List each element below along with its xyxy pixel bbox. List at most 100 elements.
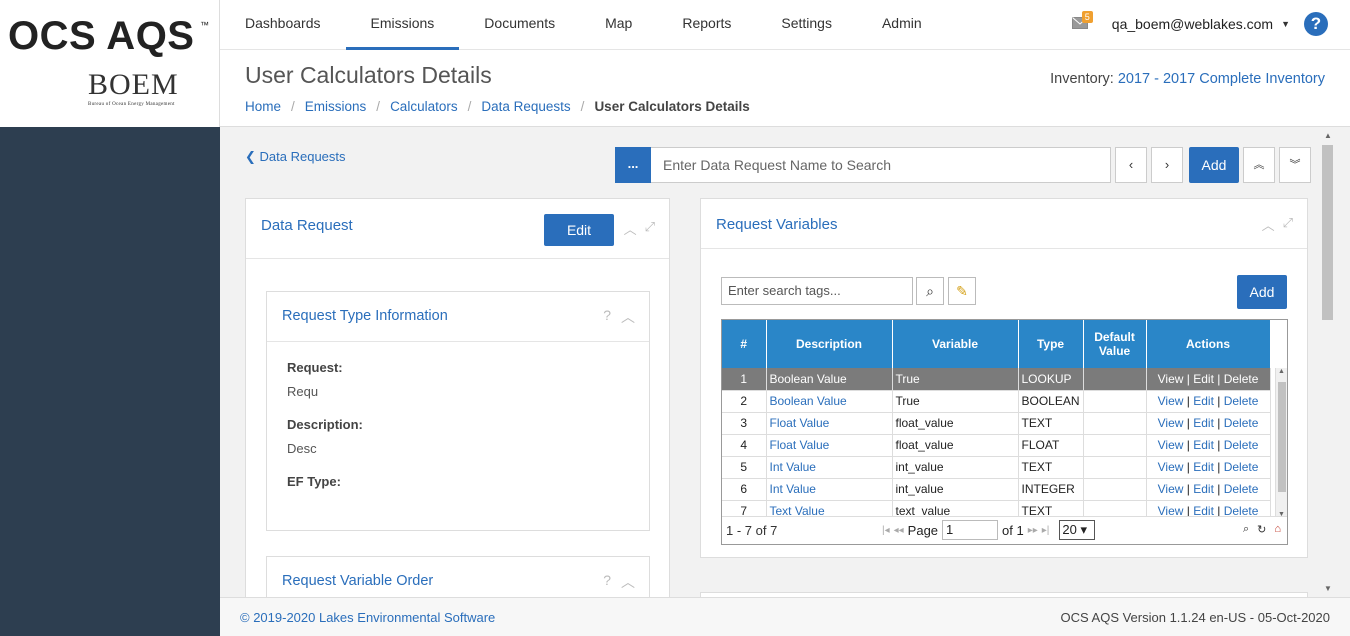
- nav-item-emissions[interactable]: Emissions: [345, 0, 460, 50]
- back-link[interactable]: ❮ Data Requests: [245, 149, 346, 165]
- table-row[interactable]: 1 Boolean Value True LOOKUP View | Edit | De…: [722, 368, 1271, 391]
- column-header[interactable]: Description: [766, 320, 893, 368]
- edit-link[interactable]: Edit: [1193, 460, 1214, 474]
- scrollbar-thumb[interactable]: [1278, 382, 1286, 492]
- breadcrumb-item[interactable]: Calculators: [390, 99, 458, 114]
- add-data-request-button[interactable]: Add: [1189, 147, 1239, 183]
- more-button[interactable]: ...: [615, 147, 651, 183]
- edit-link[interactable]: Edit: [1193, 416, 1214, 430]
- delete-link[interactable]: Delete: [1224, 482, 1259, 496]
- description-link[interactable]: Float Value: [770, 416, 830, 430]
- action-separator: |: [1213, 371, 1224, 386]
- breadcrumb-item[interactable]: Data Requests: [481, 99, 570, 114]
- prev-page-icon[interactable]: ◂◂: [894, 525, 904, 536]
- breadcrumb-item[interactable]: Home: [245, 99, 281, 114]
- page-scrollbar[interactable]: ▲ ▼: [1320, 127, 1336, 597]
- page-number-input[interactable]: 1: [942, 520, 999, 540]
- search-tags-input[interactable]: Enter search tags...: [721, 277, 913, 305]
- grid-scrollbar[interactable]: ▲ ▼: [1275, 368, 1287, 518]
- clear-search-button[interactable]: ✎: [948, 277, 976, 305]
- next-button[interactable]: ›: [1151, 147, 1183, 183]
- collapse-all-button[interactable]: ︾: [1279, 147, 1311, 183]
- edit-link[interactable]: Edit: [1193, 394, 1214, 408]
- mail-icon[interactable]: 5: [1071, 11, 1093, 31]
- nav-item-documents[interactable]: Documents: [459, 0, 580, 50]
- refresh-icon[interactable]: ↻: [1257, 523, 1266, 536]
- description-link[interactable]: Boolean Value: [770, 394, 847, 408]
- column-header[interactable]: Actions: [1146, 320, 1271, 368]
- scrollbar-thumb[interactable]: [1322, 145, 1333, 320]
- description-link[interactable]: Float Value: [770, 438, 830, 452]
- help-icon[interactable]: ?: [603, 307, 611, 327]
- scroll-up-icon[interactable]: ▲: [1278, 368, 1285, 375]
- view-link[interactable]: View: [1158, 482, 1184, 496]
- view-link[interactable]: View: [1158, 416, 1184, 430]
- add-variable-button[interactable]: Add: [1237, 275, 1287, 309]
- nav-item-map[interactable]: Map: [580, 0, 657, 50]
- table-row[interactable]: 3 Float Value float_value TEXT View | Edit |…: [722, 412, 1271, 435]
- page-size-select[interactable]: 20 ▾: [1059, 520, 1096, 540]
- collapse-icon[interactable]: ︿: [621, 572, 635, 592]
- agency-logo: BOEM: [88, 68, 179, 101]
- data-request-search-input[interactable]: Enter Data Request Name to Search: [651, 147, 1111, 183]
- page-title: User Calculators Details: [245, 62, 492, 88]
- view-link[interactable]: View: [1158, 460, 1184, 474]
- delete-link[interactable]: Delete: [1224, 416, 1259, 430]
- delete-link[interactable]: Delete: [1224, 460, 1259, 474]
- search-icon[interactable]: ⌕: [1243, 523, 1249, 536]
- view-link[interactable]: View: [1158, 394, 1184, 408]
- breadcrumb-item[interactable]: Emissions: [305, 99, 367, 114]
- copyright-link[interactable]: © 2019-2020 Lakes Environmental Software: [240, 610, 495, 625]
- description-link[interactable]: Int Value: [770, 460, 816, 474]
- table-row[interactable]: 4 Float Value float_value FLOAT View | Edit …: [722, 434, 1271, 457]
- row-actions: View | Edit | Delete: [1146, 390, 1271, 413]
- delete-link[interactable]: Delete: [1224, 438, 1259, 452]
- user-email[interactable]: qa_boem@weblakes.com: [1112, 16, 1273, 32]
- search-button[interactable]: ⌕: [916, 277, 944, 305]
- nav-item-dashboards[interactable]: Dashboards: [220, 0, 346, 50]
- expand-icon[interactable]: ⤢: [645, 219, 655, 238]
- help-icon[interactable]: ?: [1304, 12, 1328, 36]
- nav-item-settings[interactable]: Settings: [756, 0, 857, 50]
- edit-link[interactable]: Edit: [1193, 372, 1214, 386]
- row-type: FLOAT: [1018, 434, 1084, 457]
- export-icon[interactable]: ⌂: [1274, 523, 1281, 536]
- scroll-down-icon[interactable]: ▼: [1324, 584, 1332, 593]
- breadcrumb-separator: /: [376, 99, 381, 114]
- column-header[interactable]: #: [722, 320, 767, 368]
- previous-button[interactable]: ‹: [1115, 147, 1147, 183]
- expand-icon[interactable]: ⤢: [1283, 215, 1293, 234]
- first-page-icon[interactable]: |◂: [882, 525, 890, 536]
- edit-link[interactable]: Edit: [1193, 438, 1214, 452]
- scroll-up-icon[interactable]: ▲: [1324, 131, 1332, 140]
- collapse-icon[interactable]: ︿: [624, 219, 637, 238]
- edit-link[interactable]: Edit: [1193, 482, 1214, 496]
- column-header[interactable]: Type: [1018, 320, 1084, 368]
- delete-link[interactable]: Delete: [1224, 394, 1259, 408]
- table-row[interactable]: 2 Boolean Value True BOOLEAN View | Edit | D…: [722, 390, 1271, 413]
- help-icon[interactable]: ?: [603, 572, 611, 592]
- table-row[interactable]: 6 Int Value int_value INTEGER View | Edit | …: [722, 478, 1271, 501]
- last-page-icon[interactable]: ▸|: [1042, 525, 1050, 536]
- view-link[interactable]: View: [1158, 372, 1184, 386]
- table-row[interactable]: 5 Int Value int_value TEXT View | Edit | Del…: [722, 456, 1271, 479]
- column-header[interactable]: Default Value: [1083, 320, 1147, 368]
- double-chevron-up-icon: ︽: [1253, 159, 1265, 171]
- collapse-icon[interactable]: ︿: [621, 307, 635, 327]
- expand-all-button[interactable]: ︽: [1243, 147, 1275, 183]
- next-page-icon[interactable]: ▸▸: [1028, 525, 1038, 536]
- request-variables-panel: Request Variables ︿ ⤢ Enter search tags.…: [700, 198, 1308, 558]
- caret-down-icon[interactable]: ▼: [1281, 19, 1290, 29]
- column-header[interactable]: Variable: [892, 320, 1019, 368]
- nav-item-admin[interactable]: Admin: [857, 0, 947, 50]
- edit-button[interactable]: Edit: [544, 214, 614, 246]
- row-default-value: [1083, 368, 1147, 391]
- nav-item-reports[interactable]: Reports: [657, 0, 756, 50]
- view-link[interactable]: View: [1158, 438, 1184, 452]
- description-link[interactable]: Int Value: [770, 482, 816, 496]
- collapse-icon[interactable]: ︿: [1262, 215, 1275, 234]
- action-separator: |: [1183, 394, 1194, 408]
- ef-type-label: EF Type:: [287, 474, 341, 489]
- inventory-link[interactable]: 2017 - 2017 Complete Inventory: [1118, 71, 1325, 87]
- delete-link[interactable]: Delete: [1224, 372, 1259, 386]
